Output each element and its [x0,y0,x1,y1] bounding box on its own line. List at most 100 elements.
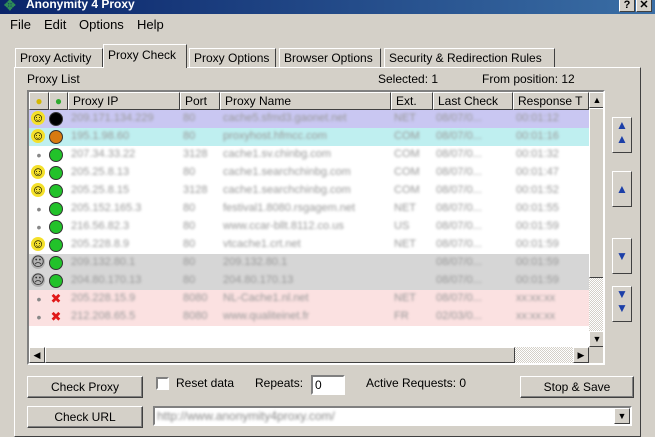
cell-last: 08/07/0... [436,292,482,304]
cell-last: 08/07/0... [436,256,482,268]
column-header-ip[interactable]: Proxy IP [68,92,180,110]
cell-resp: 00:01:59 [516,220,559,232]
tab-proxy-check[interactable]: Proxy Check [103,44,187,68]
move-up-icon: ▲ [616,182,628,196]
dot-icon: • [36,201,42,217]
menu-help[interactable]: Help [137,17,164,32]
vertical-scrollbar[interactable]: ▲ ▼ [589,92,603,347]
cell-port: 80 [183,112,196,124]
column-header-ext[interactable]: Ext. [391,92,433,110]
table-row[interactable]: ☺ 205.25.8.15 3128 cache1.searchchinbg.com C… [29,182,589,200]
move-to-top-button[interactable]: ▲ ▲ [612,117,632,153]
green-status-icon [49,148,63,162]
cell-port: 80 [183,202,196,214]
scroll-down-icon[interactable]: ▼ [589,331,603,347]
cell-ext: COM [394,166,420,178]
cell-port: 80 [183,166,196,178]
table-row[interactable]: ☺ 205.25.8.13 80 cache1.searchchinbg.com COM… [29,164,589,182]
cell-resp: 00:01:55 [516,202,559,214]
tab-security-redirection[interactable]: Security & Redirection Rules [384,48,555,67]
vertical-scroll-thumb[interactable] [589,108,603,278]
table-row[interactable]: ☺ 209.171.134.229 80 cache5.sfmd3.gaonet.ne… [29,110,589,128]
check-url-button[interactable]: Check URL [27,406,143,428]
menu-edit[interactable]: Edit [44,17,66,32]
cell-ip: 205.228.8.9 [71,238,130,250]
stop-save-button[interactable]: Stop & Save [520,376,634,398]
cell-name: cache5.sfmd3.gaonet.net [223,112,347,124]
table-row[interactable]: • 207.34.33.22 3128 cache1.sv.chinbg.com COM… [29,146,589,164]
orange-status-icon [49,130,63,144]
check-column-header-icon[interactable]: ● [49,92,68,110]
menu-file[interactable]: File [10,17,31,32]
cell-ext [394,256,430,269]
repeats-input[interactable]: 0 [311,375,345,395]
column-header-name[interactable]: Proxy Name [220,92,391,110]
green-status-icon [49,256,63,270]
cell-resp: 00:01:47 [516,166,559,178]
cell-ext: FR [394,310,409,322]
cell-name: 204.80.170.13 [223,274,294,286]
column-header-response[interactable]: Response T [513,92,589,110]
url-combobox[interactable]: http://www.anonymity4proxy.com/ ▼ [153,406,632,426]
smiley-icon: ☺ [31,110,45,125]
column-header-port[interactable]: Port [180,92,220,110]
move-to-bottom-button[interactable]: ▼ ▼ [612,286,632,322]
table-row[interactable]: ☹ 204.80.170.13 80 204.80.170.13 08/07/0... 0… [29,272,589,290]
cell-last: 08/07/0... [436,220,482,232]
cell-port: 8080 [183,310,208,322]
scroll-up-icon[interactable]: ▲ [589,92,603,108]
proxy-list-grid[interactable]: ● ● Proxy IP Port Proxy Name Ext. Last C… [27,90,605,365]
move-down-button[interactable]: ▼ [612,238,632,274]
cell-port: 80 [183,130,196,142]
table-row[interactable]: ☹ 209.132.80.1 80 209.132.80.1 08/07/0... 00:… [29,254,589,272]
scroll-left-icon[interactable]: ◀ [29,347,45,363]
scroll-right-icon[interactable]: ▶ [573,347,589,363]
table-row[interactable]: ☺ 195.1.98.60 80 proxyhost.hfmcc.com COM 08/0… [29,128,589,146]
column-header-last-check[interactable]: Last Check [433,92,513,110]
cell-port: 80 [183,220,196,232]
menu-options[interactable]: Options [79,17,124,32]
reset-data-checkbox[interactable] [156,377,169,390]
dot-icon: • [36,219,42,235]
cell-ext: COM [394,148,420,160]
cell-resp: 00:01:59 [516,238,559,250]
close-icon[interactable]: ✕ [636,0,652,12]
dropdown-arrow-icon[interactable]: ▼ [614,408,630,424]
smiley-icon: ☺ [31,236,45,251]
cell-resp: 00:01:32 [516,148,559,160]
green-status-icon [49,274,63,288]
table-row[interactable]: ☺ 205.228.8.9 80 vtcache1.crt.net NET 08/07/0… [29,236,589,254]
horizontal-scroll-thumb[interactable] [45,347,515,363]
help-icon[interactable]: ? [619,0,635,12]
tab-proxy-activity[interactable]: Proxy Activity [15,48,103,67]
cell-name: festival1.8080.rsgagem.net [223,202,356,214]
cell-ip: 212.208.65.5 [71,310,136,322]
table-row[interactable]: • 216.56.82.3 80 www.ccar-bllt.8112.co.us US… [29,218,589,236]
table-row[interactable]: • ✖ 205.228.15.9 8080 NL-Cache1.nl.net NET 08/… [29,290,589,308]
error-x-icon: ✖ [50,291,62,306]
table-row[interactable]: • 205.152.165.3 80 festival1.8080.rsgagem.n… [29,200,589,218]
cell-ext: COM [394,184,420,196]
cell-name: vtcache1.crt.net [223,238,301,250]
tab-browser-options[interactable]: Browser Options [279,48,381,67]
dot-icon: • [36,291,42,307]
cell-last: 08/07/0... [436,130,482,142]
table-row[interactable]: • ✖ 212.208.65.5 8080 www.qualiteinet.fr FR 02… [29,308,589,326]
cell-ip: 207.34.33.22 [71,148,136,160]
window-title: Anonymity 4 Proxy [26,0,135,11]
green-status-icon [49,202,63,216]
smiley-icon: ☺ [31,128,45,143]
check-proxy-button[interactable]: Check Proxy [27,376,143,398]
cell-last: 08/07/0... [436,112,482,124]
smiley-icon: ☺ [31,182,45,197]
grey-face-icon: ☹ [31,272,45,287]
proxy-list-label: Proxy List [27,72,80,86]
cell-name: www.ccar-bllt.8112.co.us [223,220,344,232]
horizontal-scrollbar[interactable]: ◀ ▶ [29,347,589,363]
move-up-button[interactable]: ▲ [612,171,632,207]
black-status-icon [49,112,63,126]
cell-ip: 204.80.170.13 [71,274,142,286]
tab-proxy-options[interactable]: Proxy Options [189,48,276,67]
green-status-icon [49,166,63,180]
status-column-header-icon[interactable]: ● [29,92,49,110]
